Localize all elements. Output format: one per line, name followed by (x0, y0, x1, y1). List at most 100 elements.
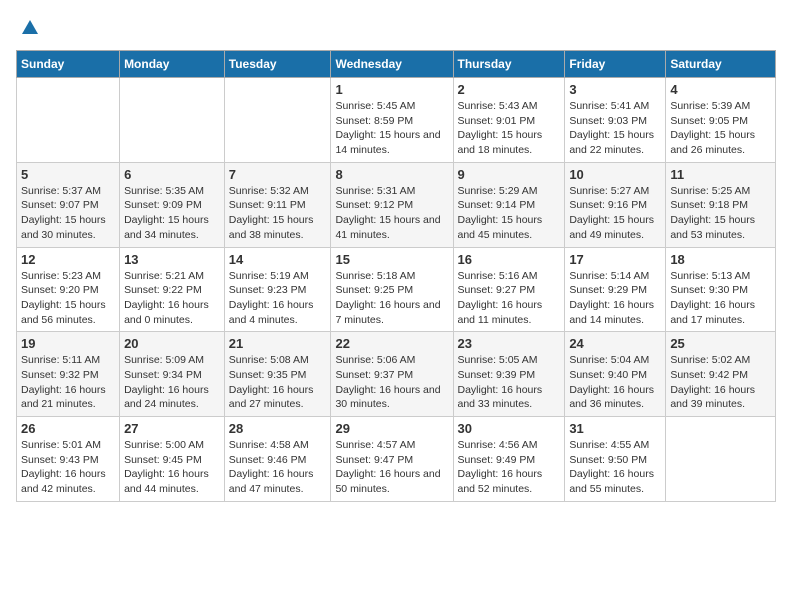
calendar-cell: 20 Sunrise: 5:09 AM Sunset: 9:34 PM Dayli… (120, 332, 225, 417)
calendar-cell: 28 Sunrise: 4:58 AM Sunset: 9:46 PM Dayli… (224, 417, 331, 502)
day-detail: Sunrise: 5:23 AM Sunset: 9:20 PM Dayligh… (21, 269, 115, 328)
header (16, 16, 776, 40)
day-detail: Sunrise: 5:08 AM Sunset: 9:35 PM Dayligh… (229, 353, 327, 412)
day-detail: Sunrise: 5:05 AM Sunset: 9:39 PM Dayligh… (458, 353, 561, 412)
calendar-cell: 15 Sunrise: 5:18 AM Sunset: 9:25 PM Dayli… (331, 247, 453, 332)
week-row-4: 19Sunrise: 5:11 AM Sunset: 9:32 PM Dayli… (17, 332, 776, 417)
day-number: 5 (21, 167, 115, 182)
header-cell-sunday: Sunday (17, 51, 120, 78)
day-detail: Sunrise: 5:35 AM Sunset: 9:09 PM Dayligh… (124, 184, 220, 243)
calendar-cell: 1 Sunrise: 5:45 AM Sunset: 8:59 PM Daylig… (331, 78, 453, 163)
header-cell-saturday: Saturday (666, 51, 776, 78)
day-detail: Sunrise: 5:41 AM Sunset: 9:03 PM Dayligh… (569, 99, 661, 158)
day-detail: Sunrise: 5:01 AM Sunset: 9:43 PM Dayligh… (21, 438, 115, 497)
day-number: 13 (124, 252, 220, 267)
calendar-cell: 30 Sunrise: 4:56 AM Sunset: 9:49 PM Dayli… (453, 417, 565, 502)
header-cell-monday: Monday (120, 51, 225, 78)
calendar-cell: 9Sunrise: 5:29 AM Sunset: 9:14 PM Daylig… (453, 162, 565, 247)
week-row-1: 1 Sunrise: 5:45 AM Sunset: 8:59 PM Daylig… (17, 78, 776, 163)
day-number: 28 (229, 421, 327, 436)
calendar-cell: 2 Sunrise: 5:43 AM Sunset: 9:01 PM Daylig… (453, 78, 565, 163)
calendar-cell: 26 Sunrise: 5:01 AM Sunset: 9:43 PM Dayli… (17, 417, 120, 502)
calendar-cell: 14 Sunrise: 5:19 AM Sunset: 9:23 PM Dayli… (224, 247, 331, 332)
day-number: 27 (124, 421, 220, 436)
calendar-cell: 11Sunrise: 5:25 AM Sunset: 9:18 PM Dayli… (666, 162, 776, 247)
calendar-cell: 29 Sunrise: 4:57 AM Sunset: 9:47 PM Dayli… (331, 417, 453, 502)
day-number: 29 (335, 421, 448, 436)
calendar-cell: 18 Sunrise: 5:13 AM Sunset: 9:30 PM Dayli… (666, 247, 776, 332)
calendar-cell: 6 Sunrise: 5:35 AM Sunset: 9:09 PM Daylig… (120, 162, 225, 247)
day-detail: Sunrise: 5:39 AM Sunset: 9:05 PM Dayligh… (670, 99, 771, 158)
logo-icon (18, 16, 42, 40)
header-row: SundayMondayTuesdayWednesdayThursdayFrid… (17, 51, 776, 78)
calendar-cell: 21 Sunrise: 5:08 AM Sunset: 9:35 PM Dayli… (224, 332, 331, 417)
calendar-cell: 4Sunrise: 5:39 AM Sunset: 9:05 PM Daylig… (666, 78, 776, 163)
calendar-cell: 24 Sunrise: 5:04 AM Sunset: 9:40 PM Dayli… (565, 332, 666, 417)
calendar-cell: 17Sunrise: 5:14 AM Sunset: 9:29 PM Dayli… (565, 247, 666, 332)
day-detail: Sunrise: 4:57 AM Sunset: 9:47 PM Dayligh… (335, 438, 448, 497)
header-cell-friday: Friday (565, 51, 666, 78)
day-detail: Sunrise: 5:16 AM Sunset: 9:27 PM Dayligh… (458, 269, 561, 328)
day-detail: Sunrise: 5:25 AM Sunset: 9:18 PM Dayligh… (670, 184, 771, 243)
day-number: 30 (458, 421, 561, 436)
day-number: 23 (458, 336, 561, 351)
day-detail: Sunrise: 5:13 AM Sunset: 9:30 PM Dayligh… (670, 269, 771, 328)
day-detail: Sunrise: 5:09 AM Sunset: 9:34 PM Dayligh… (124, 353, 220, 412)
day-detail: Sunrise: 5:19 AM Sunset: 9:23 PM Dayligh… (229, 269, 327, 328)
day-number: 9 (458, 167, 561, 182)
day-detail: Sunrise: 5:04 AM Sunset: 9:40 PM Dayligh… (569, 353, 661, 412)
day-number: 22 (335, 336, 448, 351)
calendar-cell: 16 Sunrise: 5:16 AM Sunset: 9:27 PM Dayli… (453, 247, 565, 332)
day-number: 26 (21, 421, 115, 436)
day-detail: Sunrise: 5:11 AM Sunset: 9:32 PM Dayligh… (21, 353, 115, 412)
logo (16, 16, 42, 40)
day-number: 1 (335, 82, 448, 97)
day-detail: Sunrise: 4:56 AM Sunset: 9:49 PM Dayligh… (458, 438, 561, 497)
day-detail: Sunrise: 5:37 AM Sunset: 9:07 PM Dayligh… (21, 184, 115, 243)
calendar-cell (666, 417, 776, 502)
calendar-table: SundayMondayTuesdayWednesdayThursdayFrid… (16, 50, 776, 502)
day-number: 15 (335, 252, 448, 267)
header-cell-thursday: Thursday (453, 51, 565, 78)
day-number: 3 (569, 82, 661, 97)
day-number: 8 (335, 167, 448, 182)
day-number: 20 (124, 336, 220, 351)
day-detail: Sunrise: 5:43 AM Sunset: 9:01 PM Dayligh… (458, 99, 561, 158)
day-number: 21 (229, 336, 327, 351)
calendar-cell: 8 Sunrise: 5:31 AM Sunset: 9:12 PM Daylig… (331, 162, 453, 247)
day-detail: Sunrise: 5:18 AM Sunset: 9:25 PM Dayligh… (335, 269, 448, 328)
day-number: 24 (569, 336, 661, 351)
day-number: 18 (670, 252, 771, 267)
day-detail: Sunrise: 4:58 AM Sunset: 9:46 PM Dayligh… (229, 438, 327, 497)
day-detail: Sunrise: 5:14 AM Sunset: 9:29 PM Dayligh… (569, 269, 661, 328)
day-number: 14 (229, 252, 327, 267)
calendar-header: SundayMondayTuesdayWednesdayThursdayFrid… (17, 51, 776, 78)
day-number: 16 (458, 252, 561, 267)
day-number: 10 (569, 167, 661, 182)
calendar-cell (120, 78, 225, 163)
calendar-cell: 23 Sunrise: 5:05 AM Sunset: 9:39 PM Dayli… (453, 332, 565, 417)
day-number: 31 (569, 421, 661, 436)
calendar-cell: 7Sunrise: 5:32 AM Sunset: 9:11 PM Daylig… (224, 162, 331, 247)
week-row-3: 12 Sunrise: 5:23 AM Sunset: 9:20 PM Dayli… (17, 247, 776, 332)
header-cell-wednesday: Wednesday (331, 51, 453, 78)
calendar-cell: 13Sunrise: 5:21 AM Sunset: 9:22 PM Dayli… (120, 247, 225, 332)
day-detail: Sunrise: 5:27 AM Sunset: 9:16 PM Dayligh… (569, 184, 661, 243)
calendar-cell: 19Sunrise: 5:11 AM Sunset: 9:32 PM Dayli… (17, 332, 120, 417)
calendar-cell: 22 Sunrise: 5:06 AM Sunset: 9:37 PM Dayli… (331, 332, 453, 417)
day-detail: Sunrise: 5:31 AM Sunset: 9:12 PM Dayligh… (335, 184, 448, 243)
day-number: 6 (124, 167, 220, 182)
day-number: 2 (458, 82, 561, 97)
day-number: 12 (21, 252, 115, 267)
calendar-cell: 10 Sunrise: 5:27 AM Sunset: 9:16 PM Dayli… (565, 162, 666, 247)
week-row-5: 26 Sunrise: 5:01 AM Sunset: 9:43 PM Dayli… (17, 417, 776, 502)
calendar-cell: 5 Sunrise: 5:37 AM Sunset: 9:07 PM Daylig… (17, 162, 120, 247)
calendar-cell (17, 78, 120, 163)
calendar-body: 1 Sunrise: 5:45 AM Sunset: 8:59 PM Daylig… (17, 78, 776, 502)
day-detail: Sunrise: 5:32 AM Sunset: 9:11 PM Dayligh… (229, 184, 327, 243)
calendar-cell: 12 Sunrise: 5:23 AM Sunset: 9:20 PM Dayli… (17, 247, 120, 332)
day-detail: Sunrise: 5:45 AM Sunset: 8:59 PM Dayligh… (335, 99, 448, 158)
day-detail: Sunrise: 5:06 AM Sunset: 9:37 PM Dayligh… (335, 353, 448, 412)
day-number: 25 (670, 336, 771, 351)
calendar-cell: 3 Sunrise: 5:41 AM Sunset: 9:03 PM Daylig… (565, 78, 666, 163)
